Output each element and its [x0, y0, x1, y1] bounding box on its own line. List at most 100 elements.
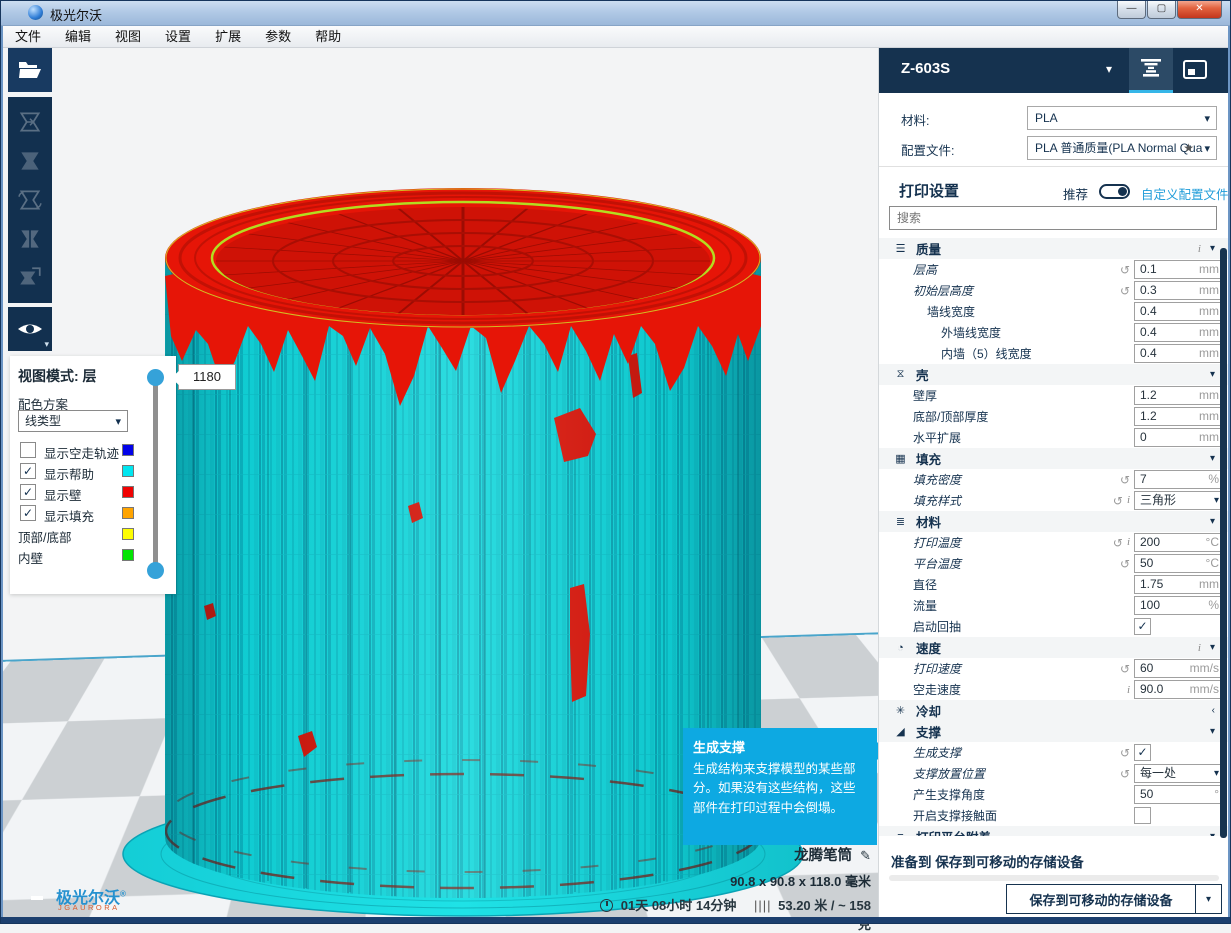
- material-select[interactable]: PLA ▾: [1027, 106, 1217, 130]
- checkbox[interactable]: ✓: [1134, 744, 1151, 761]
- section-header-adhesion[interactable]: ≡打印平台附着▾: [879, 826, 1229, 836]
- undo-icon[interactable]: ↺: [1120, 767, 1130, 781]
- section-header-cooling[interactable]: ✳冷却‹: [879, 700, 1229, 721]
- minimize-button[interactable]: —: [1117, 0, 1146, 19]
- value-input[interactable]: 1.2mm: [1134, 407, 1224, 426]
- custom-profiles-link[interactable]: 自定义配置文件: [1141, 184, 1229, 203]
- value-input[interactable]: 7%: [1134, 470, 1224, 489]
- unit-label: mm/s: [1190, 681, 1219, 698]
- value-input[interactable]: 90.0mm/s: [1134, 680, 1224, 699]
- window-title: 极光尔沃: [50, 5, 102, 24]
- search-input[interactable]: [890, 207, 1216, 229]
- undo-icon[interactable]: ↺: [1120, 284, 1130, 298]
- close-button[interactable]: ✕: [1177, 0, 1222, 19]
- menu-扩展[interactable]: 扩展: [203, 26, 253, 47]
- per-model-settings-icon[interactable]: [17, 265, 43, 291]
- section-header-infill[interactable]: ▦填充▾: [879, 448, 1229, 469]
- value-input[interactable]: 0.4mm: [1134, 323, 1224, 342]
- unit-label: mm: [1199, 282, 1219, 299]
- value-input[interactable]: 0.3mm: [1134, 281, 1224, 300]
- adhesion-icon: ≡: [893, 831, 908, 837]
- section-header-speed[interactable]: ◔速度i▾: [879, 637, 1229, 658]
- undo-icon[interactable]: ↺: [1113, 494, 1123, 508]
- section-label: 材料: [916, 512, 941, 531]
- chevron-down-icon: ▾: [1204, 108, 1210, 130]
- value-input[interactable]: 1.2mm: [1134, 386, 1224, 405]
- section-header-quality[interactable]: ☰质量i▾: [879, 238, 1229, 259]
- print-setup-title: 打印设置: [899, 180, 959, 201]
- recommended-label: 推荐: [1063, 184, 1088, 203]
- mirror-tool-icon[interactable]: [17, 226, 43, 252]
- value-input[interactable]: 60mm/s: [1134, 659, 1224, 678]
- color-scheme-select[interactable]: 线类型 ▾: [18, 410, 128, 432]
- move-tool-icon[interactable]: [17, 109, 43, 135]
- tab-prepare-slice[interactable]: [1129, 46, 1173, 93]
- undo-icon[interactable]: ↺: [1120, 473, 1130, 487]
- menu-视图[interactable]: 视图: [103, 26, 153, 47]
- chevron-down-icon: ▾: [1210, 453, 1215, 464]
- undo-icon[interactable]: ↺: [1120, 263, 1130, 277]
- value-input[interactable]: 0mm: [1134, 428, 1224, 447]
- legend-checkbox[interactable]: ✓: [20, 484, 36, 500]
- value-input[interactable]: 0.1mm: [1134, 260, 1224, 279]
- machine-name[interactable]: Z-603S: [901, 60, 950, 77]
- rotate-tool-icon[interactable]: [17, 187, 43, 213]
- info-icon: i: [1198, 243, 1201, 255]
- menu-参数[interactable]: 参数: [253, 26, 303, 47]
- value-input[interactable]: 100%: [1134, 596, 1224, 615]
- tab-monitor[interactable]: [1173, 46, 1217, 93]
- scale-tool-icon[interactable]: [17, 148, 43, 174]
- value-input[interactable]: 50°C: [1134, 554, 1224, 573]
- chevron-down-icon[interactable]: ▾: [1106, 62, 1112, 76]
- unit-label: °: [1214, 786, 1219, 803]
- layer-slider-bottom-handle[interactable]: [147, 562, 164, 579]
- menu-编辑[interactable]: 编辑: [53, 26, 103, 47]
- settings-search[interactable]: [889, 206, 1217, 230]
- layer-slider[interactable]: [153, 372, 158, 576]
- edit-name-icon[interactable]: ✎: [860, 848, 871, 863]
- save-to-removable-button[interactable]: 保存到可移动的存储设备 ▾: [1006, 884, 1222, 914]
- legend-row: ✓显示填充: [10, 503, 176, 524]
- value-select[interactable]: 每一处▾: [1134, 764, 1224, 783]
- undo-icon[interactable]: ↺: [1120, 746, 1130, 760]
- section-header-material[interactable]: ≣材料▾: [879, 511, 1229, 532]
- setting-row: 填充密度 ↺ 7%: [879, 469, 1229, 490]
- recommended-custom-toggle[interactable]: [1099, 184, 1130, 199]
- value-input[interactable]: 200°C: [1134, 533, 1224, 552]
- setting-label: 填充样式: [879, 492, 961, 509]
- view-mode-button[interactable]: ▾: [8, 307, 52, 351]
- menu-设置[interactable]: 设置: [153, 26, 203, 47]
- legend-checkbox[interactable]: [20, 442, 36, 458]
- open-file-button[interactable]: [8, 48, 52, 92]
- undo-icon[interactable]: ↺: [1113, 536, 1123, 550]
- value-input[interactable]: 0.4mm: [1134, 302, 1224, 321]
- value-input[interactable]: 0.4mm: [1134, 344, 1224, 363]
- save-options-chevron-icon[interactable]: ▾: [1195, 885, 1221, 913]
- undo-icon[interactable]: ↺: [1120, 557, 1130, 571]
- titlebar[interactable]: 极光尔沃 — ▢ ✕: [0, 0, 1231, 26]
- section-header-shell[interactable]: ⧖壳▾: [879, 364, 1229, 385]
- legend-row: 显示空走轨迹: [10, 440, 176, 461]
- section-header-support[interactable]: ◢支撑▾: [879, 721, 1229, 742]
- layers-icon: ☰: [893, 242, 908, 255]
- setting-label: 水平扩展: [879, 429, 961, 446]
- layer-slider-top-handle[interactable]: [147, 369, 164, 386]
- menu-帮助[interactable]: 帮助: [303, 26, 353, 47]
- legend-checkbox[interactable]: ✓: [20, 463, 36, 479]
- checkbox[interactable]: ✓: [1134, 618, 1151, 635]
- settings-scrollbar[interactable]: [1220, 248, 1227, 838]
- profile-select[interactable]: PLA 普通质量(PLA Normal Qua ★ ▾: [1027, 136, 1217, 160]
- value-input[interactable]: 50°: [1134, 785, 1224, 804]
- speed-icon: ◔: [893, 642, 908, 654]
- checkbox[interactable]: [1134, 807, 1151, 824]
- undo-icon[interactable]: ↺: [1120, 662, 1130, 676]
- setting-label: 填充密度: [879, 471, 961, 488]
- value-input[interactable]: 1.75mm: [1134, 575, 1224, 594]
- maximize-button[interactable]: ▢: [1147, 0, 1176, 19]
- setting-label: 底部/顶部厚度: [879, 408, 988, 425]
- value-select[interactable]: 三角形▾: [1134, 491, 1224, 510]
- menu-文件[interactable]: 文件: [3, 26, 53, 47]
- section-label: 速度: [916, 638, 941, 657]
- legend-checkbox[interactable]: ✓: [20, 505, 36, 521]
- setting-row: 流量100%: [879, 595, 1229, 616]
